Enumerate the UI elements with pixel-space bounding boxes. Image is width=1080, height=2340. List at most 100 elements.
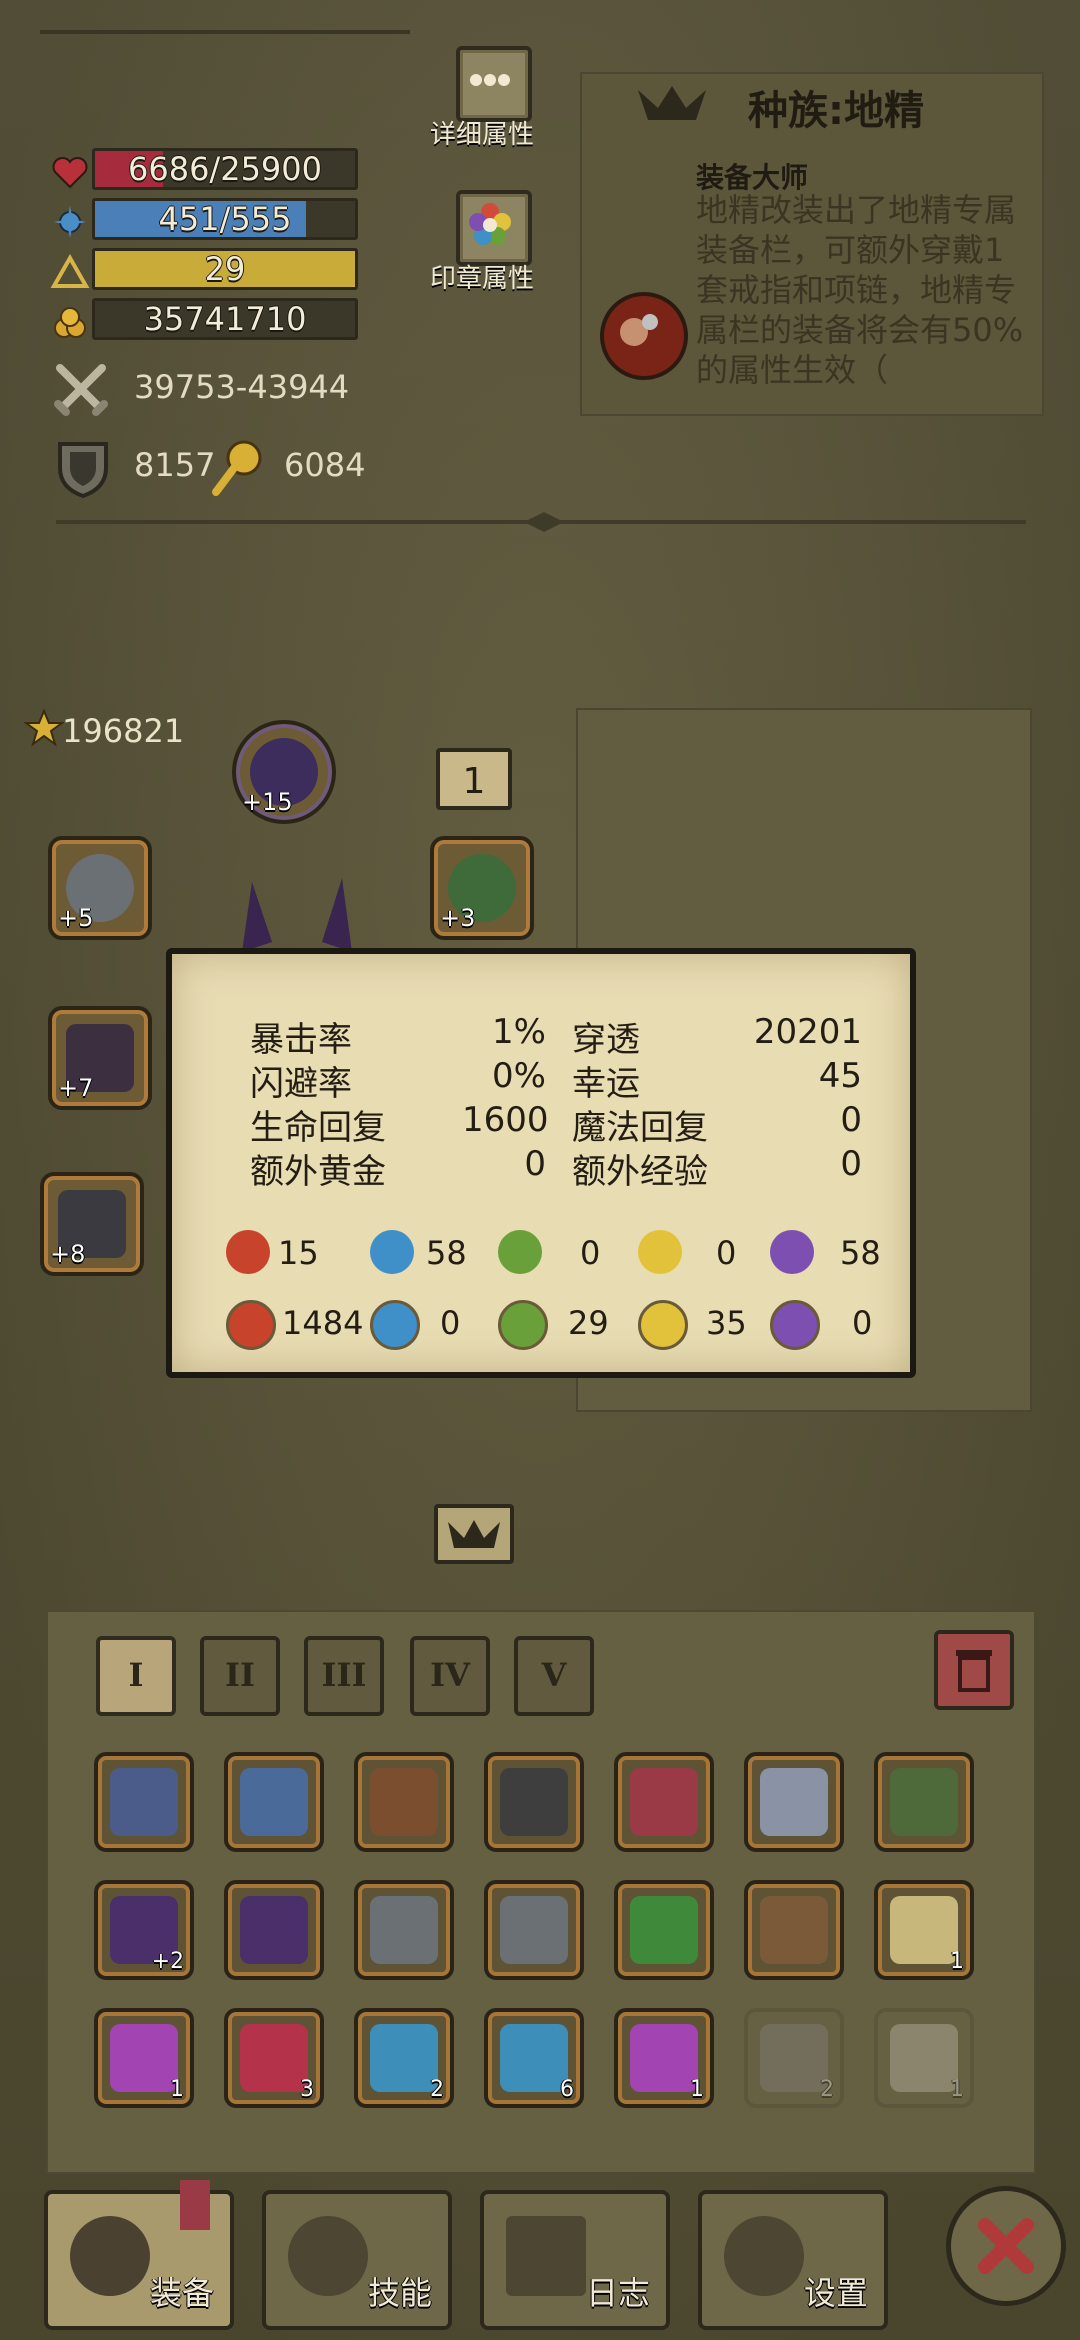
inventory-slot[interactable] xyxy=(614,1880,714,1980)
tab-bag-5[interactable]: V xyxy=(514,1636,594,1716)
magic-defense-value: 6084 xyxy=(284,446,366,484)
item-count: 2 xyxy=(820,2077,834,2102)
settings-tab-label: 设置 xyxy=(803,2274,868,2312)
emerald-necklace-icon xyxy=(630,1896,698,1964)
ring-right-enhance: +3 xyxy=(440,904,476,932)
star-ring-icon xyxy=(760,1896,828,1964)
mp-bar: 451/555 xyxy=(92,198,358,240)
item-count: 6 xyxy=(560,2077,574,2102)
inventory-slot[interactable]: +2 xyxy=(94,1880,194,1980)
item-count: 2 xyxy=(430,2077,444,2102)
gauntlet-slot[interactable]: +8 xyxy=(40,1172,144,1276)
race-toggle-button[interactable] xyxy=(434,1504,514,1564)
water-attack-icon xyxy=(370,1230,414,1274)
inventory-slot[interactable] xyxy=(354,1752,454,1852)
settings-tab-button[interactable]: 设置 xyxy=(698,2190,888,2330)
gold-value: 35741710 xyxy=(143,300,307,338)
gold-bar: 35741710 xyxy=(92,298,358,340)
stat-label: 闪避率 xyxy=(250,1064,352,1104)
trash-button[interactable] xyxy=(934,1630,1014,1710)
inventory-slot[interactable]: 1 xyxy=(614,2008,714,2108)
item-count: 1 xyxy=(950,1949,964,1974)
log-tab-button[interactable]: 日志 xyxy=(480,2190,670,2330)
gauntlet-enhance: +8 xyxy=(50,1240,86,1268)
level-triangle-icon xyxy=(50,253,90,288)
race-title: 种族:地精 xyxy=(748,88,924,134)
weapon-slot[interactable]: +7 xyxy=(48,1006,152,1110)
stat-value: 0% xyxy=(492,1056,546,1096)
purple-potion-icon xyxy=(110,2024,178,2092)
hp-value: 6686/25900 xyxy=(127,150,322,188)
blue-potion-icon xyxy=(370,2024,438,2092)
level-value: 29 xyxy=(204,250,246,288)
inventory-slot[interactable]: 1 xyxy=(94,2008,194,2108)
light-resist-icon xyxy=(638,1300,688,1350)
divider-ornament xyxy=(524,512,564,532)
inventory-slot[interactable]: 1 xyxy=(874,2008,974,2108)
earth-attack-value: 0 xyxy=(580,1234,601,1272)
inventory-slot[interactable]: 2 xyxy=(744,2008,844,2108)
inventory-slot[interactable] xyxy=(484,1880,584,1980)
gold-icon xyxy=(54,307,86,338)
helmet-slot[interactable]: +15 xyxy=(232,720,336,824)
stat-label: 穿透 xyxy=(572,1020,640,1060)
inventory-slot[interactable] xyxy=(224,1880,324,1980)
equip-tab-button[interactable]: 装备 xyxy=(44,2180,234,2330)
inventory-slot[interactable] xyxy=(94,1752,194,1852)
stats-tooltip: 暴击率 1% 穿透 20201 闪避率 0% 幸运 45 生命回复 1600 魔… xyxy=(166,948,916,1378)
ring-left-enhance: +5 xyxy=(58,904,94,932)
fire-resist-icon xyxy=(226,1300,276,1350)
water-resist-icon xyxy=(370,1300,420,1350)
stat-label: 幸运 xyxy=(572,1064,640,1104)
dark-resist-icon xyxy=(770,1300,820,1350)
inventory-slot[interactable] xyxy=(744,1752,844,1852)
equip-set-badge[interactable]: 1 xyxy=(436,748,512,810)
character-horns xyxy=(242,878,352,952)
horned-emblem-icon xyxy=(448,1520,500,1548)
beast-armor-icon xyxy=(370,1768,438,1836)
inventory-slot[interactable]: 2 xyxy=(354,2008,454,2108)
plate-greaves-icon xyxy=(760,1768,828,1836)
stat-value: 0 xyxy=(840,1144,862,1184)
ring-b-icon xyxy=(500,1896,568,1964)
level-bar: 29 xyxy=(92,248,358,290)
burst-icon xyxy=(288,2216,368,2296)
compass-icon xyxy=(760,2024,828,2092)
ring-a-icon xyxy=(370,1896,438,1964)
stat-value: 0 xyxy=(840,1100,862,1140)
iron-helm-icon xyxy=(500,1768,568,1836)
stat-value: 0 xyxy=(524,1144,546,1184)
seal-button[interactable] xyxy=(456,190,532,266)
winged-amulet-icon xyxy=(240,1768,308,1836)
ring-left-slot[interactable]: +5 xyxy=(48,836,152,940)
inventory-slot[interactable] xyxy=(874,1752,974,1852)
details-label[interactable]: 详细属性 xyxy=(430,114,534,151)
inventory-slot[interactable] xyxy=(224,1752,324,1852)
item-count: 3 xyxy=(300,2077,314,2102)
tab-bag-1[interactable]: I xyxy=(96,1636,176,1716)
inventory-slot[interactable]: 1 xyxy=(874,1880,974,1980)
inventory-slot[interactable]: 3 xyxy=(224,2008,324,2108)
stat-label: 额外经验 xyxy=(572,1152,708,1192)
inventory-slot[interactable] xyxy=(354,1880,454,1980)
seal-label[interactable]: 印章属性 xyxy=(430,258,534,295)
inventory-slot[interactable] xyxy=(744,1880,844,1980)
stat-value: 45 xyxy=(818,1056,862,1096)
tab-bag-2[interactable]: II xyxy=(200,1636,280,1716)
stat-label: 额外黄金 xyxy=(250,1152,386,1192)
gear-wrench-icon xyxy=(620,314,658,346)
ring-right-slot[interactable]: +3 xyxy=(430,836,534,940)
earth-attack-icon xyxy=(498,1230,542,1274)
details-button[interactable] xyxy=(456,46,532,122)
skills-tab-button[interactable]: 技能 xyxy=(262,2190,452,2330)
inventory-slot[interactable]: 6 xyxy=(484,2008,584,2108)
close-icon xyxy=(978,2218,1034,2274)
inventory-slot[interactable] xyxy=(484,1752,584,1852)
tab-bag-4[interactable]: IV xyxy=(410,1636,490,1716)
helmet-enhance: +15 xyxy=(242,788,293,816)
inventory-slot[interactable] xyxy=(614,1752,714,1852)
close-button[interactable] xyxy=(946,2186,1066,2306)
flower-seal-icon xyxy=(469,203,511,245)
water-resist-value: 0 xyxy=(440,1304,461,1342)
tab-bag-3[interactable]: III xyxy=(304,1636,384,1716)
